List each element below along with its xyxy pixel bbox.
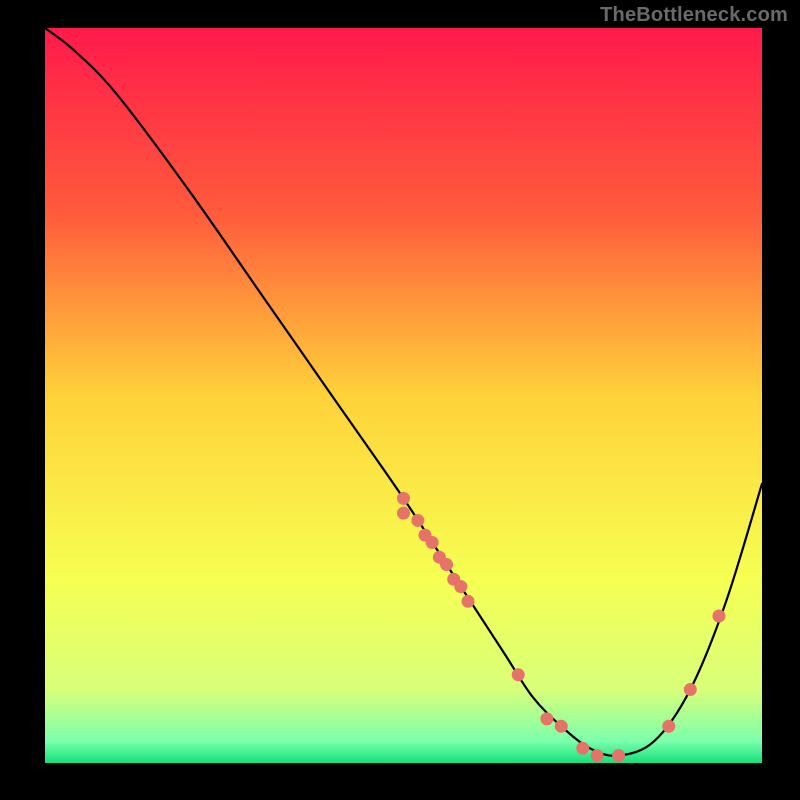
plot-area [45,28,762,763]
data-point [397,492,410,505]
data-point [426,536,439,549]
data-point [712,610,725,623]
data-point [684,683,697,696]
data-point [612,749,625,762]
data-point [540,712,553,725]
data-point [462,595,475,608]
gradient-background [45,28,762,763]
data-point [576,742,589,755]
data-point [440,558,453,571]
chart-frame: TheBottleneck.com [0,0,800,800]
data-point [397,507,410,520]
data-point [591,749,604,762]
data-point [555,720,568,733]
data-point [662,720,675,733]
data-point [512,668,525,681]
plot-svg [45,28,762,763]
watermark-label: TheBottleneck.com [600,4,788,27]
data-point [454,580,467,593]
data-point [411,514,424,527]
